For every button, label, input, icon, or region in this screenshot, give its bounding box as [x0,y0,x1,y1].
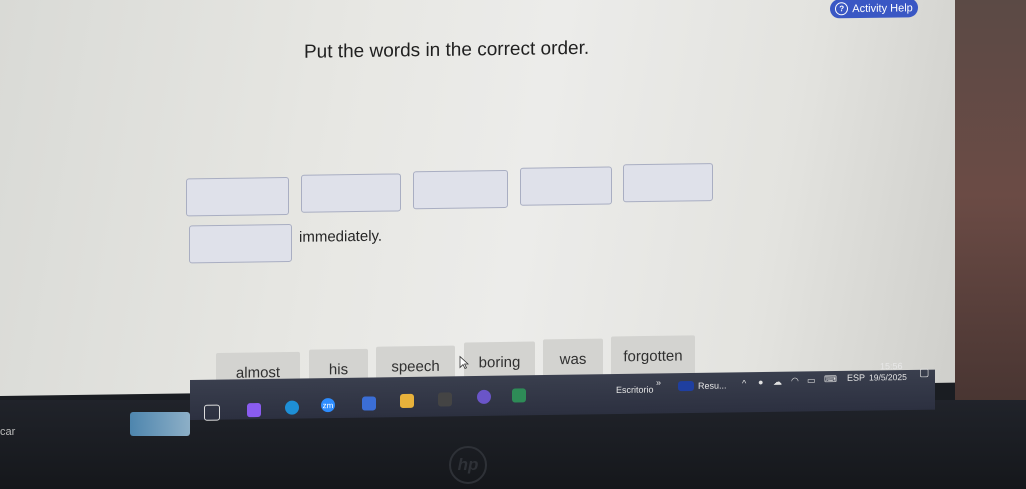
clock-date[interactable]: 19/5/2025 [869,372,907,383]
activity-screen: ? Activity Help Put the words in the cor… [0,0,955,396]
mouse-cursor-icon [459,355,469,370]
microsoft-store-icon[interactable] [438,392,452,407]
answer-slot-3[interactable] [413,169,508,210]
word-tile-was[interactable]: was [543,338,603,380]
toolbar-label-resu[interactable]: Resu... [698,381,727,391]
zoom-app-icon[interactable]: zm [321,397,335,413]
word-tile-forgotten[interactable]: forgotten [611,335,695,377]
hp-logo-icon: hp [449,446,487,484]
show-hidden-icons-chevron-icon[interactable]: ^ [742,378,746,388]
app-icon[interactable] [247,403,261,418]
news-widget-icon[interactable] [678,380,694,392]
cloud-icon[interactable]: ☁ [773,377,782,388]
task-view-icon[interactable] [204,404,220,421]
toolbar-label-escritorio[interactable]: Escritorio [616,385,654,396]
answer-slot-1[interactable] [186,176,289,217]
activity-help-label: Activity Help [852,1,913,15]
answer-slot-2[interactable] [301,173,401,213]
answer-slot-5[interactable] [623,163,713,203]
question-circle-icon: ? [835,2,849,16]
notification-icon[interactable]: ▢ [919,366,929,379]
app-icon-2[interactable] [477,389,491,404]
answer-slot-6[interactable] [189,223,292,264]
toolbar-overflow-chevron-icon[interactable]: » [656,377,661,387]
calculator-icon[interactable] [362,396,376,411]
edge-browser-icon[interactable] [285,400,299,415]
input-language[interactable]: ESP [847,373,865,383]
desk-sticker [130,412,190,436]
stray-text: car [0,426,16,438]
app-icon-3[interactable] [512,388,526,403]
keyboard-icon[interactable]: ⌨ [824,374,837,385]
file-explorer-icon[interactable] [400,393,414,409]
clock-time[interactable]: 15:56 [880,361,903,371]
tray-app-icon[interactable]: ● [758,377,763,387]
wifi-icon[interactable]: ◠ [791,375,799,386]
answer-slot-4[interactable] [520,166,612,206]
activity-help-button[interactable]: ? Activity Help [830,0,918,19]
instruction-text: Put the words in the correct order. [304,37,590,63]
sentence-tail: immediately. [299,227,383,246]
battery-icon[interactable]: ▭ [807,375,816,386]
